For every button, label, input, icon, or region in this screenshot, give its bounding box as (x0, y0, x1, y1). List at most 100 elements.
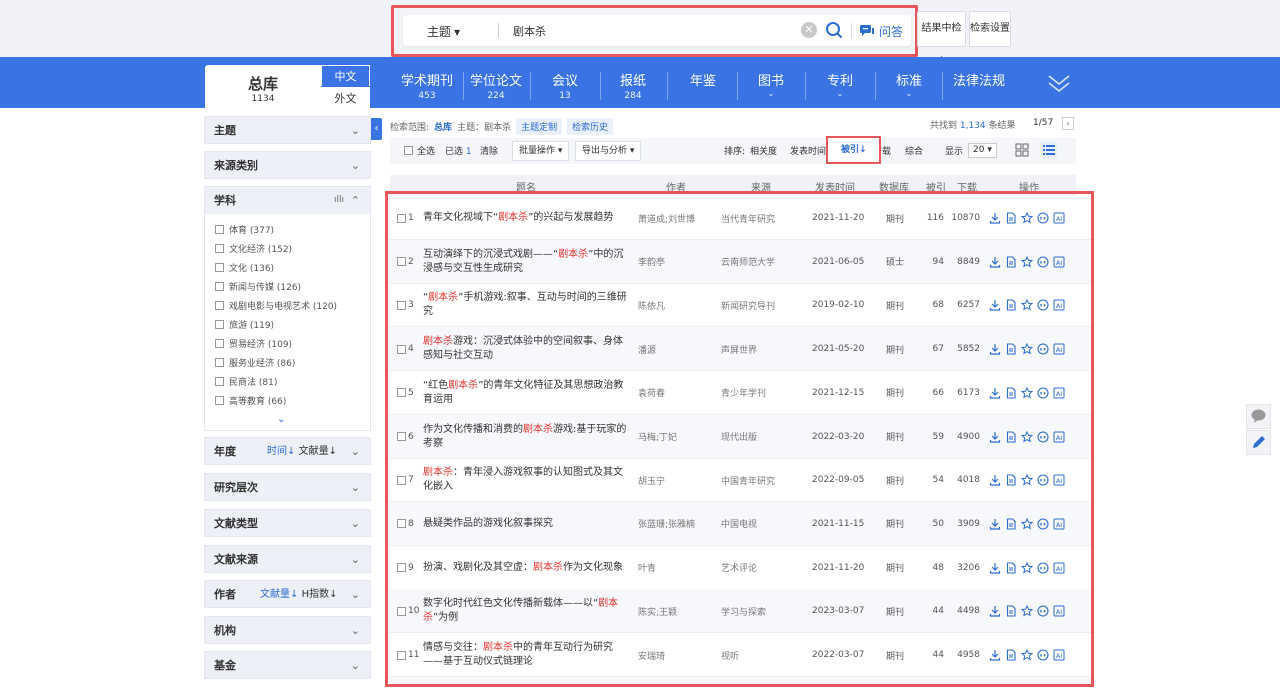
result-author[interactable]: 安瑞琦 (638, 633, 665, 677)
download-icon[interactable] (989, 649, 1001, 661)
result-title-link[interactable]: 扮演、戏剧化及其空虚：剧本杀作为文化现象 (423, 546, 628, 590)
sort-cited[interactable]: 被引↓ (826, 136, 881, 164)
result-author[interactable]: 何虹南;倪虎 (638, 677, 686, 684)
filter-research-level[interactable]: 研究层次 ⌄ (204, 473, 371, 501)
download-icon[interactable] (989, 212, 1001, 224)
subject-option[interactable]: 贸易经济 (109) (215, 337, 292, 350)
search-in-results-button[interactable]: 结果中检索 (917, 11, 966, 68)
read-icon[interactable] (1005, 299, 1017, 311)
row-select[interactable]: 12 (397, 677, 419, 684)
lang-chinese-tab[interactable]: 中文 (321, 65, 370, 86)
download-icon[interactable] (989, 562, 1001, 574)
subject-option[interactable]: 文化 (136) (215, 261, 274, 274)
search-field-select[interactable]: 主题 ▼ (427, 23, 460, 40)
ai-icon[interactable]: AI (1053, 343, 1065, 355)
row-select[interactable]: 9 (397, 546, 414, 590)
sort-relevance[interactable]: 相关度 (750, 144, 777, 157)
quote-icon[interactable] (1037, 256, 1049, 268)
read-icon[interactable] (1005, 387, 1017, 399)
result-cited[interactable]: 44 (924, 589, 944, 633)
result-source[interactable]: 中国青年研究 (721, 677, 775, 684)
result-source[interactable]: 云南师范大学 (721, 240, 775, 284)
select-all[interactable]: 全选 (404, 144, 435, 157)
subject-option[interactable]: 文化经济 (152) (215, 242, 292, 255)
expand-more-icon[interactable]: ⌄ (277, 414, 285, 425)
ai-icon[interactable]: AI (1053, 212, 1065, 224)
result-author[interactable]: 李韵亭 (638, 240, 665, 284)
result-source[interactable]: 学习与探索 (721, 589, 766, 633)
quote-icon[interactable] (1037, 649, 1049, 661)
checkbox[interactable] (397, 213, 406, 223)
result-title-link[interactable]: 剧本杀：青年浸入游戏叙事的认知图式及其文化嵌入 (423, 458, 628, 502)
sort-by-count[interactable]: 文献量↓ (299, 446, 337, 457)
result-cited[interactable]: 48 (924, 546, 944, 590)
result-source[interactable]: 中国青年研究 (721, 458, 775, 502)
filter-institution[interactable]: 机构 ⌄ (204, 616, 371, 644)
result-author[interactable]: 陈依凡 (638, 283, 665, 327)
filter-author[interactable]: 作者 文献量↓ H指数↓ ⌄ (204, 580, 371, 608)
tab-laws[interactable]: 法律法规 (953, 70, 1005, 89)
ai-icon[interactable]: AI (1053, 387, 1065, 399)
result-title-link[interactable]: 情感与交往：剧本杀中的青年互动行为研究——基于互动仪式链理论 (423, 633, 628, 677)
row-select[interactable]: 4 (397, 327, 414, 371)
result-cited[interactable]: 43 (924, 677, 944, 684)
result-title-link[interactable]: 剧本杀游戏：沉浸式体验中的空间叙事、身体感知与社交互动 (423, 327, 628, 371)
checkbox[interactable] (397, 650, 406, 660)
search-input[interactable]: 剧本杀 (513, 23, 546, 39)
checkbox[interactable] (397, 519, 406, 529)
ai-icon[interactable]: AI (1053, 562, 1065, 574)
export-dropdown[interactable]: 导出与分析 ▾ (575, 141, 642, 161)
result-cited[interactable]: 68 (924, 283, 944, 327)
result-source[interactable]: 新闻研究导刊 (721, 283, 775, 327)
checkbox[interactable] (397, 257, 406, 267)
checkbox[interactable] (404, 146, 413, 155)
result-title-link[interactable]: 数字化时代红色文化传播新载体——以“剧本杀”为例 (423, 589, 628, 633)
quote-icon[interactable] (1037, 474, 1049, 486)
checkbox[interactable] (215, 396, 224, 405)
result-source[interactable]: 青少年学刊 (721, 371, 766, 415)
checkbox[interactable] (397, 300, 406, 310)
checkbox[interactable] (215, 377, 224, 386)
filter-topic[interactable]: 主题 ⌄ (204, 116, 371, 144)
result-author[interactable]: 萧道成;刘世博 (638, 196, 695, 240)
favorite-icon[interactable] (1021, 605, 1033, 617)
filter-source-category[interactable]: 来源类别 ⌄ (204, 151, 371, 179)
result-source[interactable]: 中国电视 (721, 502, 757, 546)
checkbox[interactable] (215, 282, 224, 291)
quote-icon[interactable] (1037, 562, 1049, 574)
subject-option[interactable]: 旅游 (119) (215, 318, 274, 331)
sort-by-h-index[interactable]: H指数↓ (302, 589, 338, 600)
quote-icon[interactable] (1037, 518, 1049, 530)
batch-ops-dropdown[interactable]: 批量操作 ▾ (512, 141, 570, 161)
checkbox[interactable] (215, 358, 224, 367)
result-cited[interactable]: 94 (924, 240, 944, 284)
result-author[interactable]: 张蓝珊;张雅楠 (638, 502, 695, 546)
result-title-link[interactable]: “红色剧本杀”的青年文化特征及其思想政治教育运用 (423, 371, 628, 415)
grid-view-icon[interactable] (1014, 142, 1030, 158)
result-source[interactable]: 现代出版 (721, 415, 757, 459)
tab-journals[interactable]: 学术期刊 453 (401, 70, 453, 101)
clear-selection-button[interactable]: 清除 (480, 144, 498, 157)
row-select[interactable]: 5 (397, 371, 414, 415)
tab-newspapers[interactable]: 报纸 284 (620, 70, 646, 101)
result-author[interactable]: 袁荷春 (638, 371, 665, 415)
download-icon[interactable] (989, 605, 1001, 617)
ai-icon[interactable]: AI (1053, 256, 1065, 268)
tab-all-databases[interactable]: 总库 1134 (205, 65, 321, 108)
read-icon[interactable] (1005, 649, 1017, 661)
collapse-sidebar-icon[interactable]: ‹ (371, 118, 382, 140)
result-author[interactable]: 马梅;丁妃 (638, 415, 677, 459)
result-source[interactable]: 声屏世界 (721, 327, 757, 371)
result-title-link[interactable]: 青年文化视域下“剧本杀”的兴起与发展趋势 (423, 196, 628, 240)
result-cited[interactable]: 44 (924, 633, 944, 677)
checkbox[interactable] (215, 263, 224, 272)
tab-conferences[interactable]: 会议 13 (552, 70, 578, 101)
favorite-icon[interactable] (1021, 299, 1033, 311)
subject-option[interactable]: 民商法 (81) (215, 375, 277, 388)
checkbox[interactable] (397, 606, 406, 616)
result-title-link[interactable]: “剧本杀”手机游戏:叙事、互动与时间的三维研究 (423, 283, 628, 327)
favorite-icon[interactable] (1021, 255, 1033, 268)
read-icon[interactable] (1005, 343, 1017, 355)
download-icon[interactable] (989, 256, 1001, 268)
row-select[interactable]: 8 (397, 502, 414, 546)
